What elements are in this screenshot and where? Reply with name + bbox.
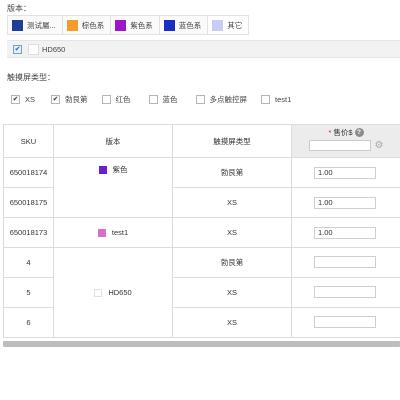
price-cell [291, 307, 400, 338]
hd650-checkbox[interactable]: ✔ [13, 44, 22, 54]
price-input[interactable] [314, 255, 376, 268]
price-input[interactable] [314, 285, 376, 298]
version-color-swatch [97, 228, 106, 237]
color-chip-purple[interactable]: 紫色系 [110, 15, 159, 35]
version-cell: 紫色 [53, 157, 173, 218]
color-chip-label: 棕色系 [81, 20, 105, 30]
sku-cell: 5 [3, 277, 54, 308]
touch-option-label: 蓝色 [162, 95, 178, 104]
checkbox[interactable] [101, 95, 111, 104]
touch-option-label: test1 [275, 95, 292, 104]
sku-column-header: SKU [3, 124, 54, 158]
touch-type-label: 触摸屏类型： [7, 73, 55, 82]
touch-option-label: 红色 [115, 95, 131, 104]
table-row: 650018174 紫色 勃艮第 1.00 [3, 157, 400, 218]
hd650-swatch [28, 43, 39, 55]
version-label: 版本： [7, 4, 31, 13]
horizontal-scrollbar[interactable] [3, 341, 400, 347]
version-cell-label: 紫色 [112, 165, 128, 174]
color-swatch [163, 19, 175, 31]
touch-cell: 勃艮第 [172, 247, 292, 278]
help-icon[interactable]: ? [354, 128, 364, 137]
price-input[interactable] [314, 315, 376, 328]
touch-option-list: ✔ XS ✔ 勃艮第 红色 蓝色 多点触控屏 test1 [11, 94, 301, 105]
bulk-price-input[interactable] [308, 140, 371, 151]
sku-cell: 650018175 [3, 187, 54, 218]
touch-option-red[interactable]: 红色 [101, 94, 131, 105]
touch-cell: 勃艮第 [172, 157, 292, 188]
color-chip-label: 其它 [227, 20, 243, 30]
table-row: 650018173 test1 XS 1.00 [3, 217, 400, 248]
color-chip-brown[interactable]: 棕色系 [61, 15, 111, 35]
touch-option-multitouch[interactable]: 多点触控屏 [195, 94, 248, 105]
touch-cell: XS [172, 307, 292, 338]
selected-version-row: ✔ HD650 [7, 40, 400, 58]
price-cell: 1.00 [291, 217, 400, 248]
checkbox[interactable] [148, 95, 158, 104]
touch-option-label: 勃艮第 [65, 95, 88, 104]
gear-icon[interactable]: ⚙ [375, 140, 384, 151]
color-swatch [115, 19, 127, 31]
touch-option-burgundy[interactable]: ✔ 勃艮第 [51, 94, 88, 105]
color-chip-label: 测试屬... [27, 20, 56, 30]
price-column-header: * 售价$ ? ⚙ [291, 124, 400, 158]
color-swatch [66, 19, 78, 31]
checkbox[interactable]: ✔ [11, 95, 20, 104]
touch-option-test1[interactable]: test1 [261, 95, 291, 104]
color-swatch [212, 19, 224, 31]
checkbox[interactable] [261, 95, 271, 104]
price-header-label: 售价$ [333, 128, 353, 137]
color-chip-blue[interactable]: 蓝色系 [158, 15, 208, 35]
version-cell-label: HD650 [108, 288, 132, 297]
touch-column-header: 触摸屏类型 [172, 124, 292, 158]
touch-cell: XS [172, 277, 292, 308]
version-cell-label: test1 [111, 228, 129, 237]
color-chip-test[interactable]: 测试屬... [7, 15, 62, 35]
price-cell: 1.00 [291, 187, 400, 218]
touch-option-label: 多点触控屏 [209, 95, 248, 104]
touch-cell: XS [172, 187, 292, 218]
touch-option-xs[interactable]: ✔ XS [11, 95, 35, 104]
touch-option-label: XS [25, 95, 36, 104]
price-cell [291, 247, 400, 278]
version-cell: test1 [53, 217, 173, 248]
version-color-swatch [98, 165, 107, 174]
color-chip-other[interactable]: 其它 [207, 15, 250, 35]
version-color-swatch [94, 288, 103, 297]
price-input[interactable]: 1.00 [314, 196, 376, 209]
sku-cell: 650018174 [3, 157, 54, 188]
checkbox[interactable]: ✔ [51, 95, 61, 104]
color-chip-label: 蓝色系 [178, 20, 202, 30]
touch-option-blue[interactable]: 蓝色 [148, 94, 178, 105]
price-cell [291, 277, 400, 308]
color-chip-label: 紫色系 [130, 20, 153, 30]
sku-cell: 6 [3, 307, 54, 338]
sku-table: SKU 版本 触摸屏类型 * 售价$ ? ⚙ 650018174 紫色 勃艮第 … [3, 124, 400, 338]
color-swatch [12, 19, 23, 31]
price-input[interactable]: 1.00 [314, 226, 376, 239]
sku-cell: 650018173 [3, 217, 54, 248]
touch-cell: XS [172, 217, 292, 248]
table-header-row: SKU 版本 触摸屏类型 * 售价$ ? ⚙ [3, 124, 400, 158]
hd650-label: HD650 [42, 44, 66, 54]
color-group-list: 测试屬... 棕色系 紫色系 蓝色系 其它 [7, 15, 250, 35]
version-cell: HD650 [53, 247, 173, 338]
sku-cell: 4 [3, 247, 54, 278]
price-cell: 1.00 [291, 157, 400, 188]
version-column-header: 版本 [53, 124, 173, 158]
table-row: 4 HD650 勃艮第 [3, 247, 400, 338]
required-mark: * [328, 128, 332, 137]
price-input[interactable]: 1.00 [314, 166, 376, 179]
checkbox[interactable] [195, 95, 205, 104]
